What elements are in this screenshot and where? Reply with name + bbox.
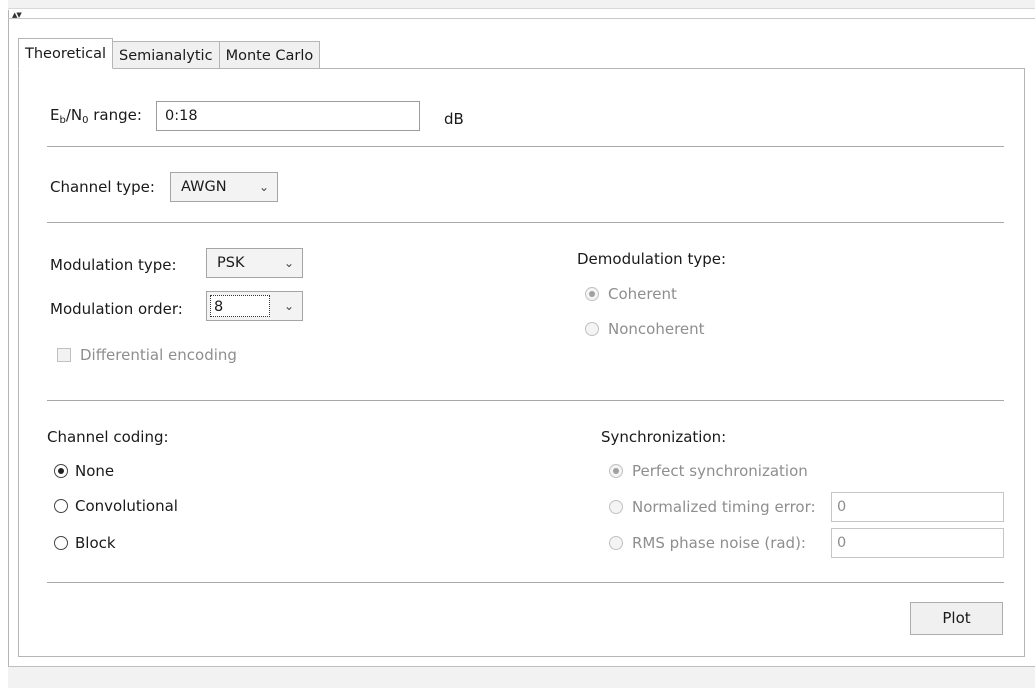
- demodulation-type-label: Demodulation type:: [577, 250, 727, 268]
- chevron-down-icon: ⌄: [258, 180, 269, 194]
- coding-block-radio[interactable]: [54, 536, 68, 550]
- differential-encoding-label: Differential encoding: [80, 346, 237, 364]
- demod-coherent-radio[interactable]: [585, 287, 599, 301]
- ebno-unit-label: dB: [444, 110, 464, 128]
- timing-error-input[interactable]: 0: [831, 492, 1004, 522]
- modulation-order-select[interactable]: 8 ⌄: [206, 291, 303, 321]
- chevron-down-icon: ⌄: [283, 256, 294, 270]
- bottom-status-strip: [8, 666, 1035, 688]
- plot-button[interactable]: Plot: [910, 602, 1003, 635]
- separator-1: [47, 146, 1004, 147]
- demod-noncoherent-radio[interactable]: [585, 322, 599, 336]
- channel-type-value: AWGN: [181, 179, 227, 195]
- tab-monte-carlo[interactable]: Monte Carlo: [219, 41, 321, 69]
- sync-perfect-radio[interactable]: [609, 464, 623, 478]
- channel-coding-label: Channel coding:: [47, 428, 169, 446]
- modulation-order-focus: 8: [210, 295, 270, 317]
- differential-encoding-checkbox[interactable]: [57, 348, 71, 362]
- sync-perfect-label: Perfect synchronization: [632, 462, 808, 480]
- separator-4: [47, 582, 1004, 583]
- channel-type-label: Channel type:: [50, 178, 155, 196]
- separator-3: [47, 400, 1004, 401]
- coding-block-label: Block: [75, 534, 116, 552]
- frame-top-edge: [8, 18, 1035, 19]
- demod-noncoherent-label: Noncoherent: [608, 320, 705, 338]
- chevron-down-icon: ⌄: [283, 299, 294, 313]
- frame-left-edge: [8, 10, 9, 666]
- sync-timing-label: Normalized timing error:: [632, 498, 816, 516]
- separator-2: [47, 222, 1004, 223]
- sync-timing-radio[interactable]: [609, 500, 623, 514]
- ebno-range-label: Eb/N0 range:: [50, 106, 142, 126]
- coding-convolutional-label: Convolutional: [75, 497, 178, 515]
- window-top-strip: [8, 0, 1035, 9]
- modulation-type-value: PSK: [217, 255, 245, 271]
- coding-none-radio[interactable]: [54, 464, 68, 478]
- channel-type-select[interactable]: AWGN ⌄: [170, 172, 278, 202]
- coding-convolutional-radio[interactable]: [54, 499, 68, 513]
- tab-bar: Theoretical Semianalytic Monte Carlo: [18, 38, 321, 69]
- phase-noise-input[interactable]: 0: [831, 528, 1004, 558]
- sync-phase-radio[interactable]: [609, 536, 623, 550]
- modulation-type-label: Modulation type:: [50, 256, 177, 274]
- modulation-order-value: 8: [214, 299, 224, 315]
- tab-semianalytic[interactable]: Semianalytic: [113, 41, 220, 69]
- sync-phase-label: RMS phase noise (rad):: [632, 534, 806, 552]
- modulation-order-label: Modulation order:: [50, 300, 183, 318]
- modulation-type-select[interactable]: PSK ⌄: [206, 248, 303, 278]
- ebno-range-word: range:: [88, 106, 142, 124]
- demod-coherent-label: Coherent: [608, 285, 677, 303]
- synchronization-label: Synchronization:: [601, 428, 727, 446]
- coding-none-label: None: [75, 462, 115, 480]
- ebno-n: /N: [65, 106, 83, 124]
- ebno-range-input[interactable]: 0:18: [156, 101, 420, 131]
- tab-theoretical[interactable]: Theoretical: [18, 38, 114, 69]
